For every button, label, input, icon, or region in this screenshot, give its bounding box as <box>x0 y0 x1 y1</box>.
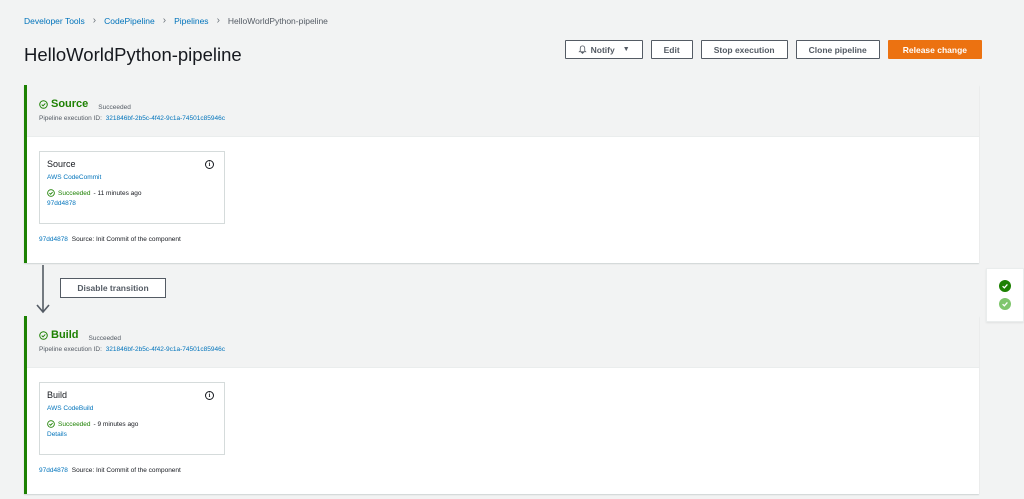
chevron-right-icon: › <box>162 15 167 26</box>
breadcrumb: Developer Tools › CodePipeline › Pipelin… <box>24 15 328 26</box>
action-status-text: Succeeded <box>58 189 91 197</box>
commit-message: Source: Init Commit of the component <box>71 236 181 243</box>
action-time: - 11 minutes ago <box>93 189 142 197</box>
action-name: Build <box>47 390 68 400</box>
breadcrumb-codepipeline[interactable]: CodePipeline <box>104 16 155 26</box>
disable-transition-button[interactable]: Disable transition <box>60 278 166 298</box>
check-icon <box>1002 283 1008 289</box>
check-icon <box>1002 301 1008 307</box>
bell-icon <box>577 45 587 54</box>
release-change-button[interactable]: Release change <box>887 40 982 59</box>
action-status-text: Succeeded <box>58 420 91 428</box>
action-time: - 9 minutes ago <box>93 420 139 428</box>
breadcrumb-current: HelloWorldPython-pipeline <box>227 15 328 26</box>
action-commit-link[interactable]: 97dd4878 <box>47 200 217 207</box>
execution-id-link[interactable]: 321846bf-2b5c-4f42-9c1a-74501c85946c <box>106 346 225 353</box>
stage-source: Source Succeeded Pipeline execution ID: … <box>24 85 979 263</box>
chevron-right-icon: › <box>216 15 220 26</box>
stage-name: Source <box>51 98 89 110</box>
check-circle-icon <box>39 330 48 340</box>
stage-name: Build <box>51 329 79 341</box>
execution-id-link[interactable]: 321846bf-2b5c-4f42-9c1a-74501c85946c <box>106 115 225 122</box>
action-status: Succeeded - 11 minutes ago <box>47 189 217 197</box>
stage-build-status-icon[interactable] <box>999 298 1011 310</box>
clone-pipeline-button[interactable]: Clone pipeline <box>795 40 880 59</box>
chevron-right-icon: › <box>92 15 97 26</box>
commit-id-link[interactable]: 97dd4878 <box>39 467 68 474</box>
stage-status: Succeeded <box>98 103 131 111</box>
stage-source-status-icon[interactable] <box>999 280 1011 292</box>
stage-header: Build Succeeded Pipeline execution ID: 3… <box>27 316 979 368</box>
action-provider-link[interactable]: AWS CodeBuild <box>47 405 217 412</box>
stage-header: Source Succeeded Pipeline execution ID: … <box>27 85 979 137</box>
arrow-down-icon <box>36 265 50 314</box>
execution-id-row: Pipeline execution ID: 321846bf-2b5c-4f4… <box>39 115 967 122</box>
caret-down-icon: ▼ <box>622 46 630 53</box>
breadcrumb-pipelines[interactable]: Pipelines <box>174 16 209 26</box>
info-icon[interactable]: i <box>205 391 214 400</box>
page-title: HelloWorldPython-pipeline <box>24 44 242 65</box>
commit-id-link[interactable]: 97dd4878 <box>39 236 68 243</box>
execution-id-row: Pipeline execution ID: 321846bf-2b5c-4f4… <box>39 346 967 353</box>
stage-body: Source i AWS CodeCommit Succeeded - 11 m… <box>27 137 979 253</box>
action-card-source: Source i AWS CodeCommit Succeeded - 11 m… <box>39 151 225 224</box>
check-circle-icon <box>47 420 55 428</box>
commit-row: 97dd4878 Source: Init Commit of the comp… <box>39 236 967 253</box>
check-circle-icon <box>47 189 55 197</box>
notify-button[interactable]: Notify ▼ <box>564 40 643 59</box>
stage-title: Source <box>39 98 88 110</box>
stage-title: Build <box>39 329 79 341</box>
breadcrumb-developer-tools[interactable]: Developer Tools <box>24 16 85 26</box>
stop-execution-button[interactable]: Stop execution <box>700 40 788 59</box>
stage-build: Build Succeeded Pipeline execution ID: 3… <box>24 316 979 494</box>
action-status: Succeeded - 9 minutes ago <box>47 420 217 428</box>
notify-label: Notify <box>590 44 615 55</box>
check-circle-icon <box>39 99 48 109</box>
execution-id-label: Pipeline execution ID: <box>39 345 102 353</box>
stage-status-panel <box>986 268 1024 322</box>
execution-id-label: Pipeline execution ID: <box>39 114 102 122</box>
info-icon[interactable]: i <box>205 160 214 169</box>
stage-status: Succeeded <box>88 334 122 342</box>
commit-row: 97dd4878 Source: Init Commit of the comp… <box>39 467 967 484</box>
stage-body: Build i AWS CodeBuild Succeeded - 9 minu… <box>27 368 979 484</box>
header-actions: Notify ▼ Edit Stop execution Clone pipel… <box>564 40 982 59</box>
edit-button[interactable]: Edit <box>650 40 693 59</box>
commit-message: Source: Init Commit of the component <box>71 467 181 474</box>
action-details-link[interactable]: Details <box>47 431 217 438</box>
action-name: Source <box>47 159 76 169</box>
action-card-build: Build i AWS CodeBuild Succeeded - 9 minu… <box>39 382 225 455</box>
action-provider-link[interactable]: AWS CodeCommit <box>47 174 217 181</box>
